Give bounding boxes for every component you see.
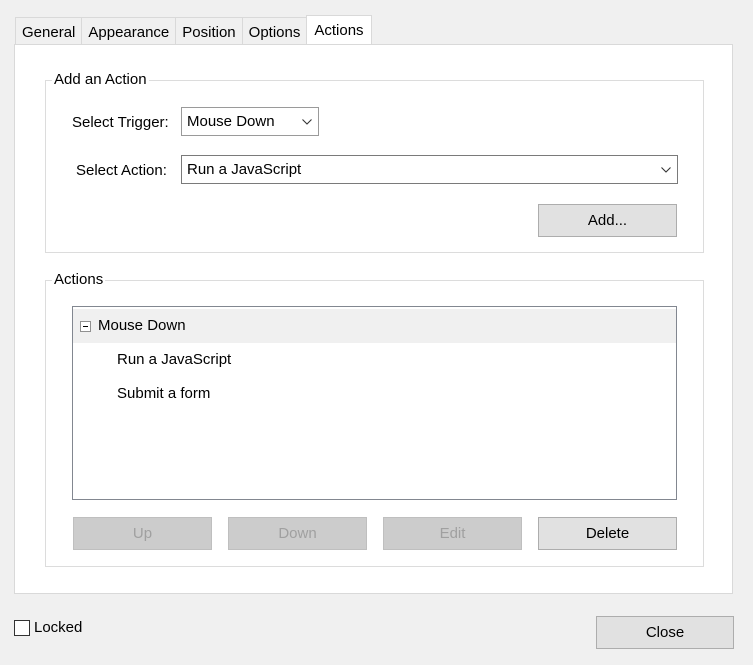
- select-action-label: Select Action:: [76, 162, 167, 179]
- tree-node-label: Mouse Down: [98, 317, 186, 334]
- add-action-group-title: Add an Action: [52, 70, 149, 90]
- down-button[interactable]: Down: [228, 517, 367, 550]
- tab-bar: General Appearance Position Options Acti…: [15, 15, 372, 45]
- collapse-minus-icon[interactable]: [80, 321, 91, 332]
- locked-label[interactable]: Locked: [34, 618, 82, 638]
- tree-item-submit-form[interactable]: Submit a form: [73, 377, 676, 411]
- tab-options[interactable]: Options: [241, 17, 307, 45]
- actions-tab-panel: Add an Action Select Trigger: Mouse Down…: [14, 44, 733, 594]
- locked-checkbox[interactable]: [14, 620, 30, 636]
- tab-general[interactable]: General: [15, 17, 82, 45]
- chevron-down-icon: [655, 156, 677, 183]
- up-button[interactable]: Up: [73, 517, 212, 550]
- select-trigger-label: Select Trigger:: [72, 114, 169, 131]
- actions-tree[interactable]: Mouse Down Run a JavaScript Submit a for…: [72, 306, 677, 500]
- edit-button[interactable]: Edit: [383, 517, 522, 550]
- trigger-dropdown[interactable]: Mouse Down: [181, 107, 319, 136]
- tree-node-mouse-down[interactable]: Mouse Down: [73, 309, 676, 343]
- actions-group-title: Actions: [52, 270, 106, 290]
- tab-appearance[interactable]: Appearance: [81, 17, 176, 45]
- tree-item-run-javascript[interactable]: Run a JavaScript: [73, 343, 676, 377]
- tab-position[interactable]: Position: [175, 17, 242, 45]
- close-button[interactable]: Close: [596, 616, 734, 649]
- properties-dialog: General Appearance Position Options Acti…: [0, 0, 753, 665]
- chevron-down-icon: [296, 108, 318, 135]
- add-action-button[interactable]: Add...: [538, 204, 677, 237]
- trigger-dropdown-value: Mouse Down: [187, 113, 275, 130]
- action-dropdown-value: Run a JavaScript: [187, 161, 302, 178]
- tree-item-label: Run a JavaScript: [117, 351, 232, 368]
- delete-button[interactable]: Delete: [538, 517, 677, 550]
- action-dropdown[interactable]: Run a JavaScript: [181, 155, 678, 184]
- tree-item-label: Submit a form: [117, 385, 211, 402]
- tab-actions[interactable]: Actions: [306, 15, 372, 44]
